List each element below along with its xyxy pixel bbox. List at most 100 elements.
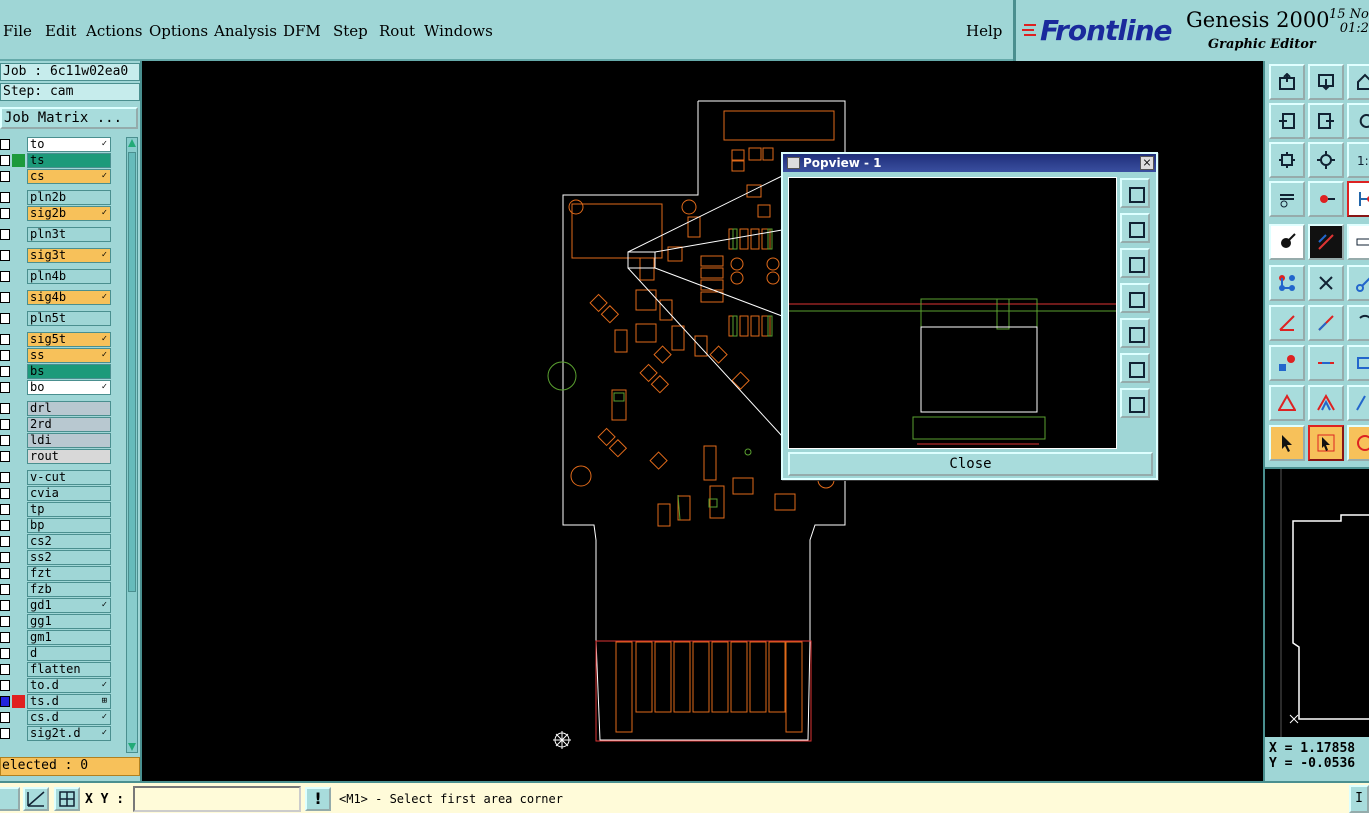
layer-checkbox[interactable] [0,536,10,547]
layer-row[interactable]: sig4b ✓ [0,290,112,305]
zoom-in-button[interactable] [1308,64,1344,100]
layer-row[interactable]: tp [0,502,112,517]
layer-name[interactable]: fzt [27,566,111,581]
layer-row[interactable]: bp [0,518,112,533]
popview-tool-4[interactable] [1120,283,1150,313]
redraw-button[interactable] [1347,103,1369,139]
layer-color-swatch[interactable] [12,154,25,167]
layer-name[interactable]: sig5t ✓ [27,332,111,347]
window-menu-icon[interactable] [787,157,800,169]
menu-windows[interactable]: Windows [424,22,493,40]
menu-analysis[interactable]: Analysis [214,22,277,40]
scroll-up-icon[interactable] [127,138,137,148]
layer-checkbox[interactable] [0,600,10,611]
layer-row[interactable]: ss ✓ [0,348,112,363]
layer-name[interactable]: drl [27,401,111,416]
layer-checkbox[interactable] [0,229,10,240]
scale-button[interactable]: 1: [1347,142,1369,178]
layer-checkbox[interactable] [0,680,10,691]
via-tool-button[interactable] [1347,265,1369,301]
menu-actions[interactable]: Actions [86,22,142,40]
layer-color-swatch[interactable] [12,402,25,415]
layer-name[interactable]: ts [27,153,111,168]
layer-color-swatch[interactable] [12,349,25,362]
cross-tool-button[interactable] [1308,265,1344,301]
layer-name[interactable]: cs.d ✓ [27,710,111,725]
select-circle-button[interactable] [1347,425,1369,461]
layer-name[interactable]: ts.d ⊞ [27,694,111,709]
center-view-button[interactable] [1308,142,1344,178]
pad-tool-button[interactable] [1269,224,1305,260]
layer-row[interactable]: pln4b [0,269,112,284]
layer-name[interactable]: gm1 [27,630,111,645]
layer-color-swatch[interactable] [12,695,25,708]
layer-name[interactable]: sig4b ✓ [27,290,111,305]
layer-color-swatch[interactable] [12,228,25,241]
layer-name[interactable]: tp [27,502,111,517]
slope-tool-button[interactable] [1347,385,1369,421]
layer-name[interactable]: to ✓ [27,137,111,152]
layer-row[interactable]: gm1 [0,630,112,645]
popview-tool-7[interactable] [1120,388,1150,418]
zoom-out-button[interactable] [1269,64,1305,100]
layer-row[interactable]: pln2b [0,190,112,205]
layer-row[interactable]: ldi [0,433,112,448]
layer-row[interactable]: ts.d ⊞ [0,694,112,709]
layer-color-swatch[interactable] [12,535,25,548]
measure-button[interactable] [1269,181,1305,217]
layer-color-swatch[interactable] [12,599,25,612]
layer-name[interactable]: pln4b [27,269,111,284]
layer-name[interactable]: ss2 [27,550,111,565]
layer-row[interactable]: d [0,646,112,661]
layer-name[interactable]: d [27,646,111,661]
layer-checkbox[interactable] [0,171,10,182]
layer-checkbox[interactable] [0,313,10,324]
home-button[interactable] [1347,64,1369,100]
layer-name[interactable]: bp [27,518,111,533]
menu-file[interactable]: File [3,22,32,40]
layer-color-swatch[interactable] [12,551,25,564]
layer-checkbox[interactable] [0,292,10,303]
menu-rout[interactable]: Rout [379,22,415,40]
popview-close-button[interactable]: Close [788,452,1153,476]
layer-checkbox[interactable] [0,192,10,203]
peak-tool-button[interactable] [1308,385,1344,421]
menu-dfm[interactable]: DFM [283,22,321,40]
overview-panel[interactable] [1263,467,1369,737]
layer-checkbox[interactable] [0,504,10,515]
execute-button[interactable]: ! [305,787,331,811]
pan-right-button[interactable] [1308,103,1344,139]
menu-help[interactable]: Help [966,22,1002,40]
layer-color-swatch[interactable] [12,207,25,220]
layer-name[interactable]: cs ✓ [27,169,111,184]
measure-mode-icon[interactable] [23,787,49,811]
layer-list-scrollbar[interactable] [126,137,138,753]
layer-color-swatch[interactable] [12,312,25,325]
layer-color-swatch[interactable] [12,365,25,378]
layer-name[interactable]: pln5t [27,311,111,326]
layer-color-swatch[interactable] [12,567,25,580]
layer-color-swatch[interactable] [12,471,25,484]
line-tool-button[interactable] [1308,224,1344,260]
layer-row[interactable]: fzb [0,582,112,597]
layer-name[interactable]: sig3t ✓ [27,248,111,263]
layer-color-swatch[interactable] [12,450,25,463]
layer-checkbox[interactable] [0,155,10,166]
popview-tool-6[interactable] [1120,353,1150,383]
layer-color-swatch[interactable] [12,615,25,628]
angle-tool-button[interactable] [1269,305,1305,341]
layer-row[interactable]: 2rd [0,417,112,432]
layer-checkbox[interactable] [0,520,10,531]
layer-name[interactable]: pln2b [27,190,111,205]
net-tool-button[interactable] [1347,181,1369,217]
layer-row[interactable]: cs2 [0,534,112,549]
layer-row[interactable]: bo ✓ [0,380,112,395]
layer-color-swatch[interactable] [12,711,25,724]
layer-checkbox[interactable] [0,696,10,707]
pan-left-button[interactable] [1269,103,1305,139]
layer-name[interactable]: to.d ✓ [27,678,111,693]
net-highlight-button[interactable] [1308,181,1344,217]
layer-name[interactable]: fzb [27,582,111,597]
layer-checkbox[interactable] [0,334,10,345]
layer-color-swatch[interactable] [12,727,25,740]
